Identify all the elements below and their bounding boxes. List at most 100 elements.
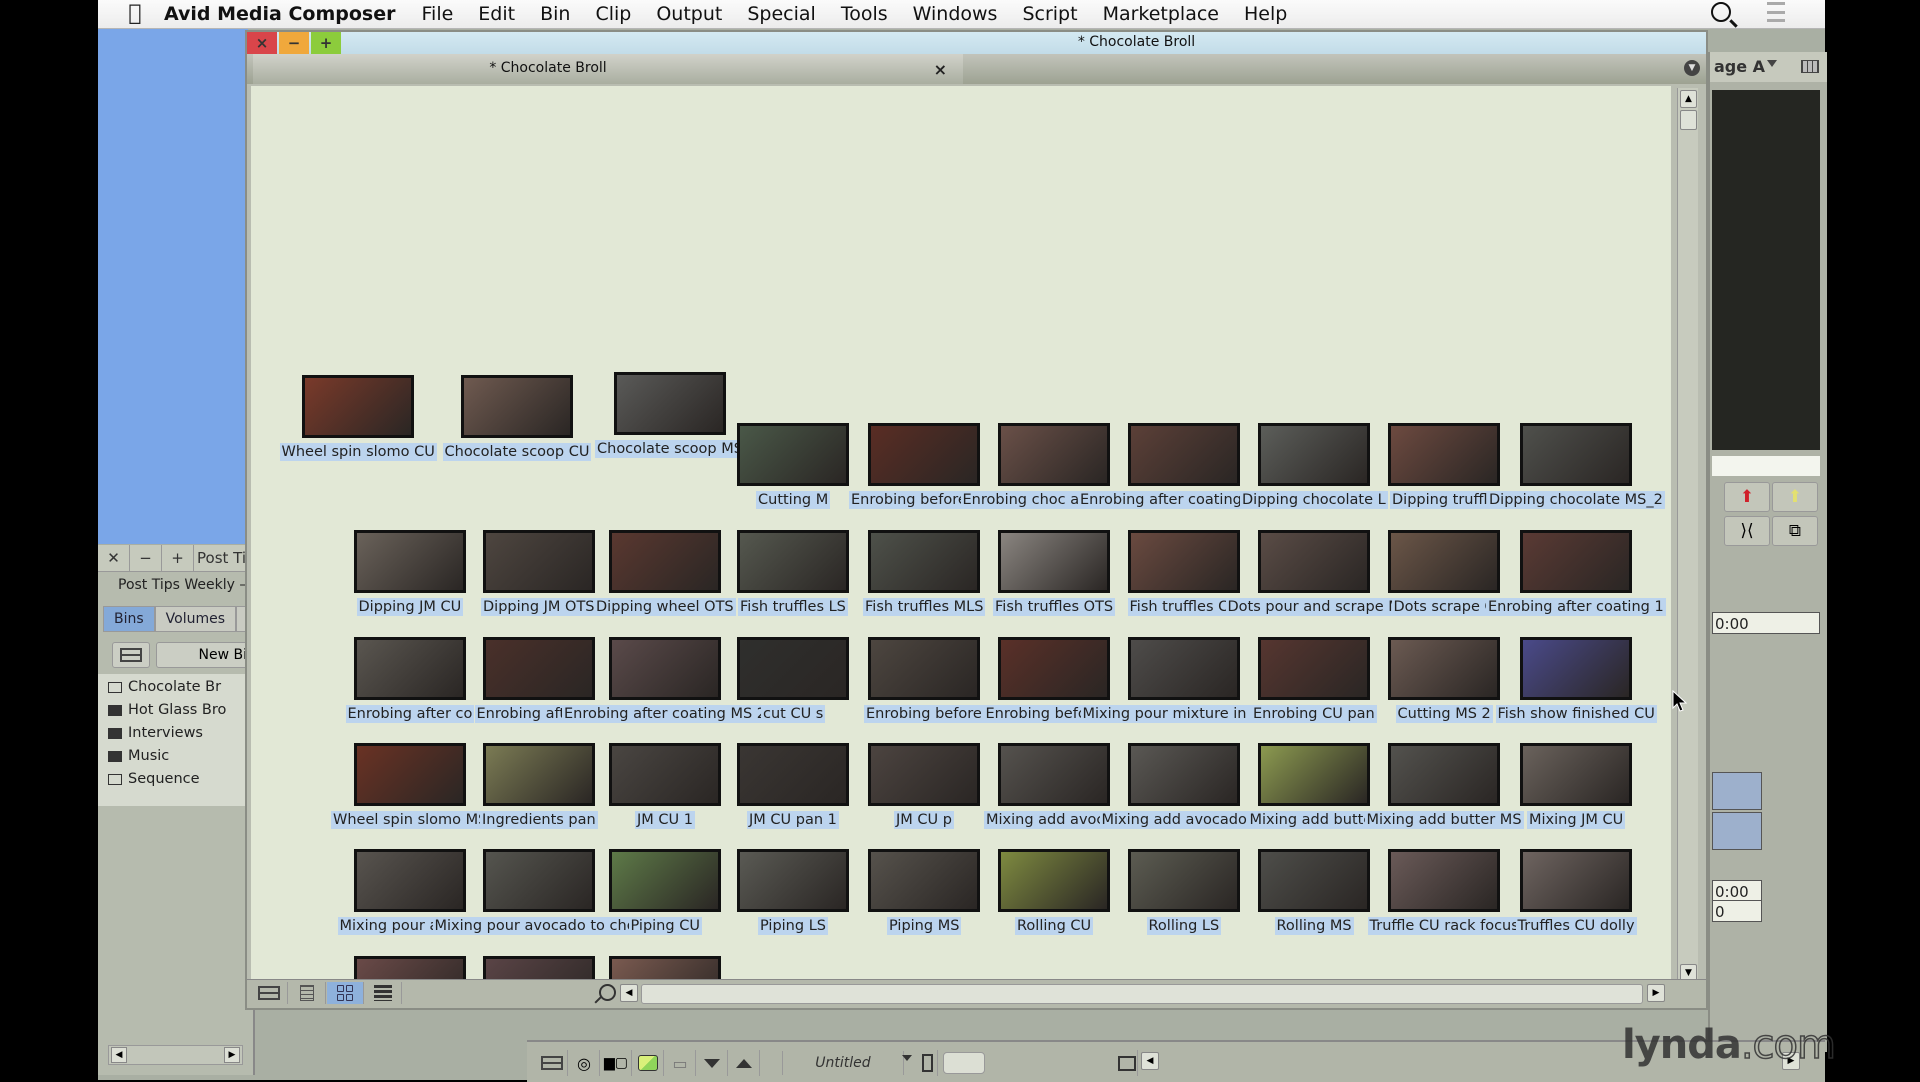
- timeline-zoom-slider[interactable]: [943, 1052, 985, 1074]
- app-menu[interactable]: Avid Media Composer: [164, 3, 396, 25]
- project-horizontal-scrollbar[interactable]: ◀ ▶: [108, 1045, 243, 1065]
- clip-thumbnail[interactable]: [998, 849, 1110, 912]
- clip-name[interactable]: Rolling MS: [1274, 917, 1354, 935]
- clip-thumbnail[interactable]: [354, 743, 466, 806]
- clip-thumbnail[interactable]: [1128, 743, 1240, 806]
- audio-monitor-button[interactable]: ◎: [569, 1050, 600, 1076]
- clip-thumbnail[interactable]: [354, 849, 466, 912]
- script-view-button[interactable]: [365, 982, 402, 1004]
- clip-thumbnail[interactable]: [609, 849, 721, 912]
- frame-size-zoom-icon[interactable]: [599, 984, 616, 1001]
- clip-name[interactable]: Wheel spin slomo MS: [331, 811, 490, 829]
- video-display-button[interactable]: ▭: [665, 1050, 696, 1076]
- clip-thumbnail[interactable]: [998, 637, 1110, 700]
- clip-name[interactable]: Dipping chocolate MS_2: [1487, 491, 1665, 509]
- menu-edit[interactable]: Edit: [478, 3, 515, 25]
- clip-thumbnail[interactable]: [1258, 743, 1370, 806]
- clip-name[interactable]: Enrobing CU pan: [1251, 705, 1377, 723]
- clip-name[interactable]: Truffles CU dolly: [1515, 917, 1637, 935]
- clip-thumbnail[interactable]: [1388, 637, 1500, 700]
- frame-view-button[interactable]: [327, 982, 364, 1004]
- project-minimize-button[interactable]: −: [130, 545, 162, 571]
- toggle-source-record-button[interactable]: ▆▢: [601, 1050, 632, 1076]
- clip-name[interactable]: Ingredients pan: [480, 811, 598, 829]
- clip-name[interactable]: Dipping JM OTS: [481, 598, 597, 616]
- project-zoom-button[interactable]: +: [162, 545, 194, 571]
- audio-track-a1[interactable]: [1712, 772, 1762, 810]
- project-close-button[interactable]: ✕: [98, 545, 130, 571]
- monitor-menu-dropdown-icon[interactable]: [1767, 60, 1777, 67]
- clip-name[interactable]: Fish truffles LS: [738, 598, 848, 616]
- clip-thumbnail[interactable]: [483, 637, 595, 700]
- clip-thumbnail[interactable]: [461, 375, 573, 438]
- tab-volumes[interactable]: Volumes: [154, 606, 237, 632]
- menu-clip[interactable]: Clip: [595, 3, 631, 25]
- clip-thumbnail[interactable]: [998, 423, 1110, 486]
- menu-special[interactable]: Special: [747, 3, 815, 25]
- clip-thumbnail[interactable]: [614, 372, 726, 435]
- focus-up-button[interactable]: [729, 1050, 760, 1076]
- clip-name[interactable]: Chocolate scoop CU: [442, 443, 592, 461]
- clip-thumbnail[interactable]: [1258, 637, 1370, 700]
- clip-thumbnail[interactable]: [1388, 530, 1500, 593]
- clip-thumbnail[interactable]: [868, 849, 980, 912]
- clip-thumbnail[interactable]: [609, 743, 721, 806]
- position-bar[interactable]: [1712, 456, 1820, 476]
- bin-item-chocolate-broll[interactable]: Chocolate Br: [98, 676, 253, 699]
- clip-thumbnail[interactable]: [609, 530, 721, 593]
- clip-thumbnail[interactable]: [1388, 423, 1500, 486]
- clip-name[interactable]: Piping CU: [628, 917, 702, 935]
- clip-name[interactable]: Fish truffles CU: [1127, 598, 1241, 616]
- clip-name[interactable]: JM CU p: [894, 811, 954, 829]
- spotlight-search-icon[interactable]: [1711, 2, 1731, 22]
- clip-name[interactable]: Dots pour and scrape M: [1225, 598, 1403, 616]
- clip-name[interactable]: JM CU 1: [635, 811, 695, 829]
- scroll-left-button[interactable]: ◀: [111, 1047, 127, 1063]
- clip-thumbnail[interactable]: [868, 637, 980, 700]
- clip-name[interactable]: Piping MS: [887, 917, 962, 935]
- menu-windows[interactable]: Windows: [913, 3, 998, 25]
- menu-script[interactable]: Script: [1022, 3, 1077, 25]
- clip-thumbnail[interactable]: [1128, 530, 1240, 593]
- audio-track-a2[interactable]: [1712, 812, 1762, 850]
- clip-name[interactable]: Dipping chocolate L: [1240, 491, 1388, 509]
- clip-name[interactable]: Mixing JM CU: [1527, 811, 1626, 829]
- sequence-name[interactable]: Untitled: [782, 1051, 904, 1075]
- clip-thumbnail[interactable]: [354, 637, 466, 700]
- clip-thumbnail[interactable]: [1520, 637, 1632, 700]
- clip-thumbnail[interactable]: [1258, 423, 1370, 486]
- clip-thumbnail[interactable]: [483, 743, 595, 806]
- clip-name[interactable]: cut CU s: [761, 705, 826, 723]
- copy-button[interactable]: ⧉: [1772, 516, 1818, 546]
- text-view-button[interactable]: [289, 982, 326, 1004]
- clip-name[interactable]: Enrobing after co: [345, 705, 475, 723]
- clip-name[interactable]: Dots scrape C: [1391, 598, 1497, 616]
- bin-titlebar[interactable]: × − + * Chocolate Broll: [247, 32, 1706, 55]
- clip-thumbnail[interactable]: [483, 849, 595, 912]
- clip-thumbnail[interactable]: [737, 423, 849, 486]
- clip-thumbnail[interactable]: [1128, 849, 1240, 912]
- bin-item-interviews[interactable]: Interviews: [98, 722, 253, 745]
- scroll-thumb[interactable]: [1680, 110, 1697, 130]
- tab-bins[interactable]: Bins: [103, 606, 155, 632]
- bin-frame-view[interactable]: Wheel spin slomo CU Chocolate scoop CU Cho…: [251, 86, 1671, 982]
- clip-thumbnail[interactable]: [1128, 637, 1240, 700]
- menu-output[interactable]: Output: [656, 3, 722, 25]
- clip-thumbnail[interactable]: [1520, 743, 1632, 806]
- clip-name[interactable]: Chocolate scoop MS: [595, 440, 745, 458]
- clip-name[interactable]: Rolling CU: [1015, 917, 1094, 935]
- trim-mode-button[interactable]: ⟩⟨: [1724, 516, 1770, 546]
- bin-horizontal-scrollbar[interactable]: [641, 984, 1643, 1004]
- clip-name[interactable]: Mixing add butter MS: [1364, 811, 1524, 829]
- clip-thumbnail[interactable]: [609, 637, 721, 700]
- notification-center-icon[interactable]: [1759, 2, 1785, 22]
- clip-thumbnail[interactable]: [1520, 423, 1632, 486]
- clip-name[interactable]: Dipping wheel OTS: [594, 598, 736, 616]
- clip-thumbnail[interactable]: [1258, 530, 1370, 593]
- bin-item-hot-glass-broll[interactable]: Hot Glass Bro: [98, 699, 253, 722]
- new-bin-button[interactable]: New Bi: [156, 642, 250, 668]
- bin-fast-menu-icon[interactable]: ▼: [1684, 60, 1700, 76]
- clip-name[interactable]: Enrobing after coating 1: [1486, 598, 1666, 616]
- bin-tab-close-icon[interactable]: ×: [934, 60, 947, 79]
- focus-down-button[interactable]: [697, 1050, 728, 1076]
